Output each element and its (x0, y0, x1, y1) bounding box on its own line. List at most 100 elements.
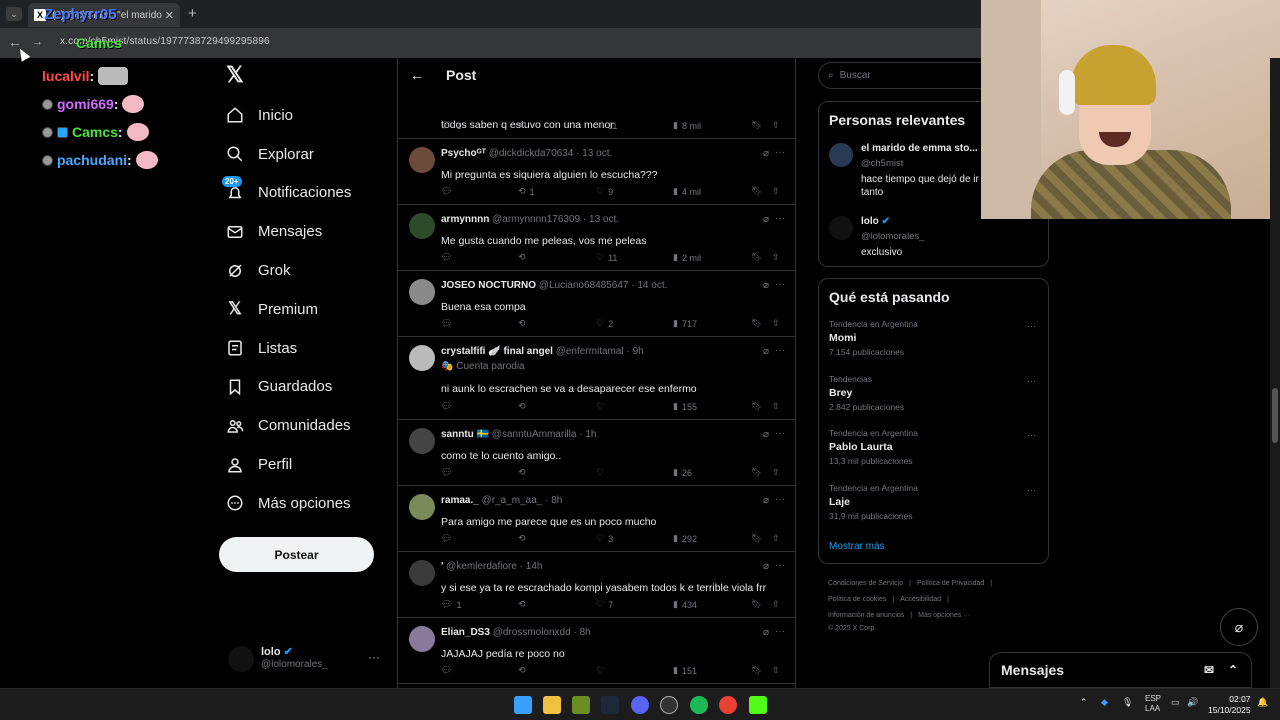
more-icon[interactable]: ··· (775, 279, 785, 290)
like-button[interactable]: ♡ 2 (596, 318, 613, 329)
views-button[interactable]: ▮ 4 mil (673, 186, 701, 197)
scrollbar[interactable] (1270, 58, 1280, 688)
avatar[interactable] (829, 143, 853, 167)
avatar[interactable] (409, 147, 435, 173)
more-icon[interactable]: ··· (1027, 376, 1036, 386)
avatar[interactable] (409, 560, 435, 586)
more-icon[interactable]: ··· (1027, 430, 1036, 440)
reply-button[interactable]: 💬︎ 1 (441, 599, 461, 610)
repost-button[interactable]: ⟲ (518, 665, 530, 676)
more-icon[interactable]: ··· (1027, 485, 1036, 495)
reply-button[interactable]: 💬︎ (441, 665, 456, 676)
author-name[interactable]: ' (441, 561, 443, 572)
views-button[interactable]: ▮ 2 mil (673, 252, 701, 263)
obs-icon[interactable] (660, 696, 678, 714)
forward-button[interactable]: → (32, 36, 43, 48)
more-icon[interactable]: ··· (1027, 321, 1036, 331)
discord-icon[interactable] (631, 696, 649, 714)
more-icon[interactable]: ··· (775, 147, 785, 158)
kick-icon[interactable] (749, 696, 767, 714)
grok-icon[interactable]: ⌀ (763, 346, 769, 357)
sidebar-item-explorar[interactable]: Explorar (222, 135, 392, 174)
x-logo-icon[interactable]: 𝕏 (226, 64, 248, 86)
author-name[interactable]: Elian_DS3 (441, 627, 490, 638)
repost-button[interactable]: ⟲ (518, 467, 530, 478)
windows-start-icon[interactable] (514, 696, 532, 714)
messages-dock[interactable]: Mensajes ✉ ⌃ (989, 652, 1252, 688)
repost-button[interactable]: ⟲ (518, 252, 530, 263)
clock[interactable]: 02:07 15/10/2025 (1208, 694, 1251, 716)
views-button[interactable]: ▮ 26 (673, 467, 692, 478)
footer-link-accessibility[interactable]: Accesibilidad (900, 596, 941, 603)
more-icon[interactable]: ··· (368, 650, 380, 664)
chrome-icon[interactable] (719, 696, 737, 714)
reply-item[interactable]: sanntu 🇸🇪 @sanntuAmmarilla · 1h ⌀ ··· co… (398, 420, 795, 486)
person-name[interactable]: el marido de emma sto... (861, 143, 978, 154)
grok-icon[interactable]: ⌀ (763, 148, 769, 159)
steam-icon[interactable] (601, 696, 619, 714)
new-tab-button[interactable]: + (188, 5, 197, 22)
reply-button[interactable]: 💬︎ (441, 467, 456, 478)
views-button[interactable]: ▮ 8 mil (673, 120, 701, 131)
views-button[interactable]: ▮ 151 (673, 665, 697, 676)
more-icon[interactable]: ··· (775, 626, 785, 637)
network-icon[interactable]: ▭ (1171, 697, 1180, 708)
reply-item[interactable]: armynnnn @armynnnn176309 · 13 oct. ⌀ ···… (398, 205, 795, 271)
share-button[interactable]: ⇧ (772, 120, 780, 131)
author-name[interactable]: ramaa._ (441, 495, 479, 506)
close-tab-icon[interactable]: ✕ (165, 9, 174, 22)
sidebar-item-premium[interactable]: 𝕏 Premium (222, 290, 392, 329)
show-more-link[interactable]: Mostrar más (829, 541, 885, 552)
bookmark-button[interactable]: 🔖︎ (751, 467, 762, 478)
person-name[interactable]: lolo ✔ (861, 216, 890, 227)
sidebar-item-inicio[interactable]: Inicio (222, 96, 392, 135)
more-icon[interactable]: ··· (775, 213, 785, 224)
like-button[interactable]: ♡ (596, 665, 608, 676)
bookmark-button[interactable]: 🔖︎ (751, 186, 762, 197)
author-name[interactable]: JOSEO NOCTURNO (441, 280, 536, 291)
share-button[interactable]: ⇧ (772, 533, 780, 544)
reply-item[interactable]: JOSEO NOCTURNO @Luciano68485647 · 14 oct… (398, 271, 795, 337)
repost-button[interactable]: ⟲ (518, 401, 530, 412)
avatar[interactable] (409, 345, 435, 371)
bookmark-button[interactable]: 🔖︎ (751, 401, 762, 412)
author-name[interactable]: crystalfifi 🪽 final angel (441, 346, 553, 357)
reply-item[interactable]: ramaa._ @r_a_m_aa_ · 8h ⌀ ··· Para amigo… (398, 486, 795, 552)
like-button[interactable]: ♡ (596, 401, 608, 412)
new-message-icon[interactable]: ✉ (1204, 663, 1214, 677)
bookmark-button[interactable]: 🔖︎ (751, 533, 762, 544)
avatar[interactable] (409, 494, 435, 520)
more-icon[interactable]: ··· (775, 494, 785, 505)
spotify-icon[interactable] (690, 696, 708, 714)
notification-bell-icon[interactable]: 🔔 (1257, 697, 1268, 708)
sidebar-item-mensajes[interactable]: Mensajes (222, 212, 392, 251)
scrollbar-thumb[interactable] (1272, 388, 1278, 443)
like-button[interactable]: ♡ 9 (596, 186, 613, 197)
repost-button[interactable]: ⟲ (518, 533, 530, 544)
reply-item[interactable]: Psychoᴳᵀ @dickdickda70634 · 13 oct. ⌀ ··… (398, 139, 795, 205)
avatar[interactable] (409, 626, 435, 652)
footer-link-privacy[interactable]: Política de Privacidad (917, 580, 984, 587)
reply-button[interactable]: 💬︎ 1 (441, 120, 461, 131)
sidebar-item-grok[interactable]: Grok (222, 251, 392, 290)
avatar[interactable] (409, 213, 435, 239)
avatar[interactable] (409, 279, 435, 305)
defender-icon[interactable]: ◆ (1101, 697, 1108, 708)
reply-button[interactable]: 💬︎ (441, 252, 456, 263)
share-button[interactable]: ⇧ (772, 252, 780, 263)
grok-icon[interactable]: ⌀ (763, 429, 769, 440)
share-button[interactable]: ⇧ (772, 318, 780, 329)
share-button[interactable]: ⇧ (772, 599, 780, 610)
reply-item[interactable]: crystalfifi 🪽 final angel @enfermitamal … (398, 337, 795, 420)
like-button[interactable]: ♡ 3 (596, 533, 613, 544)
sidebar-item-comunidades[interactable]: Comunidades (222, 406, 392, 445)
footer-link-ads[interactable]: Información de anuncios (828, 612, 904, 619)
repost-button[interactable]: ⟲ 1 (518, 186, 535, 197)
avatar[interactable] (829, 216, 853, 240)
footer-link-terms[interactable]: Condiciones de Servicio (828, 580, 903, 587)
sidebar-item-notificaciones[interactable]: 20+ Notificaciones (222, 174, 392, 213)
sidebar-item-listas[interactable]: Listas (222, 329, 392, 368)
more-icon[interactable]: ··· (775, 560, 785, 571)
views-button[interactable]: ▮ 434 (673, 599, 697, 610)
views-button[interactable]: ▮ 292 (673, 533, 697, 544)
